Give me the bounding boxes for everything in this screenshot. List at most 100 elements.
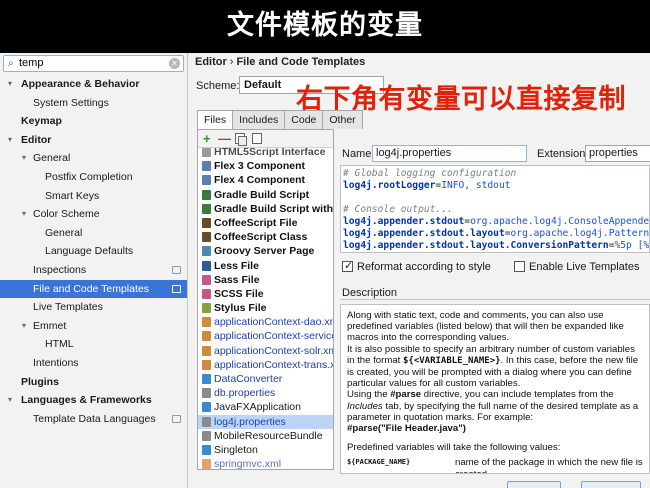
expand-arrow-icon[interactable]: ▾ [8,391,12,410]
copy-template-icon[interactable] [235,133,247,146]
template-list-item[interactable]: CoffeeScript File [198,216,333,230]
expand-arrow-icon[interactable]: ▾ [22,317,26,336]
template-list-item[interactable]: SCSS File [198,287,333,301]
live-templates-checkbox-box[interactable] [514,261,525,272]
template-list-item[interactable]: applicationContext-trans.xml [198,358,334,372]
template-list-item[interactable]: Singleton [198,443,333,457]
live-templates-checkbox[interactable]: Enable Live Templates [514,261,639,273]
template-list-item[interactable]: Stylus File [198,301,333,315]
expand-arrow-icon[interactable]: ▾ [22,205,26,224]
expand-arrow-icon[interactable]: ▾ [22,149,26,168]
template-list-item[interactable]: Gradle Build Script [198,188,333,202]
sidebar-item[interactable]: ▾ Emmet [0,317,187,336]
search-input[interactable]: temp [19,57,43,69]
template-toolbar: + — [198,130,333,148]
expand-arrow-icon[interactable]: ▾ [8,75,12,94]
description-panel: Along with static text, code and comment… [340,304,650,474]
extension-input[interactable]: properties [585,145,650,162]
tab-code[interactable]: Code [284,110,324,129]
sidebar-item[interactable]: Keymap [0,112,187,131]
template-list-item[interactable]: Gradle Build Script with wr [198,202,333,216]
settings-tree: ▾ Appearance & Behavior System Settings Key… [0,75,187,429]
reformat-checkbox-box[interactable] [342,259,353,272]
sidebar-item-label: Plugins [21,375,59,388]
sidebar-item[interactable]: System Settings [0,94,187,113]
code-token: log4j.appender.stdout [343,216,465,227]
sidebar-item[interactable]: ▾ General [0,149,187,168]
tab-other[interactable]: Other [322,110,363,129]
template-list-item[interactable]: Flex 4 Component [198,173,333,187]
template-list-item[interactable]: MobileResourceBundle [198,429,333,443]
code-line: log4j.appender.stdout.layout=org.apache.… [343,228,649,240]
sidebar-item-label: System Settings [33,96,109,109]
template-code-editor[interactable]: # Global logging configuration log4j.root… [340,165,650,253]
search-field[interactable]: ⌕ temp ✕ [3,55,184,72]
template-name: DataConverter [214,373,283,385]
template-list-item[interactable]: applicationContext-service.xm [198,329,333,343]
sidebar-item[interactable]: Live Templates [0,298,187,317]
sidebar-item-label: Postfix Completion [45,170,133,183]
name-input[interactable]: log4j.properties [372,145,527,162]
template-list-item[interactable]: db.properties [198,386,333,400]
ok-button[interactable] [507,481,561,488]
file-type-icon [202,232,211,243]
sidebar-item[interactable]: Plugins [0,373,187,392]
expand-arrow-icon[interactable]: ▾ [8,131,12,150]
sidebar-item-label: Editor [21,133,52,146]
template-list-item[interactable]: springmvc.xml [198,457,333,469]
sidebar-item[interactable]: ▾ Appearance & Behavior [0,75,187,94]
template-list-item[interactable]: Less File [198,259,333,273]
template-list-item[interactable]: applicationContext-dao.xml [198,315,333,329]
sidebar-item[interactable]: ▾ Languages & Frameworks [0,391,187,410]
sidebar-item[interactable]: HTML [0,335,187,354]
cancel-button[interactable] [581,481,641,488]
tab-includes[interactable]: Includes [232,110,286,129]
description-text: directive, you can include templates fro… [421,389,614,401]
sidebar-item[interactable]: Intentions [0,354,187,373]
template-name: Sass File [214,273,260,286]
sidebar-item[interactable]: ▾ Color Scheme [0,205,187,224]
sidebar-item-label: Language Defaults [45,245,134,258]
code-token: org.apache.log4j.PatternLayout [510,228,650,239]
extension-label: Extension: [537,148,589,160]
template-list-item[interactable]: applicationContext-solr.xml [198,344,333,358]
sidebar-item-label: General [33,152,71,165]
breadcrumb-current: File and Code Templates [236,56,366,68]
variable-description: name of the package in which the new fil… [455,457,643,473]
template-list-item[interactable]: log4j.properties [198,414,333,429]
name-label: Name: [342,148,375,160]
sidebar-item[interactable]: ▾ Editor [0,131,187,150]
sidebar-item[interactable]: Inspections [0,261,187,280]
add-template-icon[interactable]: + [203,131,211,146]
sidebar-item[interactable]: Postfix Completion [0,168,187,187]
breadcrumb-editor: Editor [195,56,227,68]
sidebar-item[interactable]: Smart Keys [0,187,187,206]
sidebar-item[interactable]: Template Data Languages [0,410,187,429]
reformat-checkbox[interactable]: Reformat according to style [342,259,491,273]
description-text: Using the [347,389,391,401]
clear-search-icon[interactable]: ✕ [169,58,180,69]
code-token: # Global logging configuration [343,168,517,179]
template-name: applicationContext-trans.xml [214,358,334,371]
code-token: INFO, stdout [441,180,511,191]
template-list-item[interactable]: CoffeeScript Class [198,230,333,244]
sidebar-item[interactable]: File and Code Templates [0,279,187,299]
file-type-icon [202,303,211,314]
sidebar-item-label: Inspections [33,263,87,276]
template-name: Flex 4 Component [214,174,306,187]
sidebar-item[interactable]: Language Defaults [0,242,187,261]
tab-files[interactable]: Files [197,110,234,129]
template-list-item[interactable]: JavaFXApplication [198,400,333,414]
variable-row: ${PACKAGE_NAME} name of the package in w… [347,457,643,473]
template-list-item[interactable]: Groovy Server Page [198,244,333,258]
sidebar-item[interactable]: General [0,224,187,243]
remove-template-icon[interactable]: — [218,131,231,146]
template-list-item[interactable]: Sass File [198,273,333,287]
file-type-icon [202,444,211,455]
reset-template-icon[interactable] [252,133,262,144]
template-list-item[interactable]: DataConverter [198,372,333,386]
code-token: org.apache.log4j.ConsoleAppender [470,216,650,227]
template-list-item[interactable]: Flex 3 Component [198,159,333,173]
template-name: CoffeeScript File [214,216,298,229]
